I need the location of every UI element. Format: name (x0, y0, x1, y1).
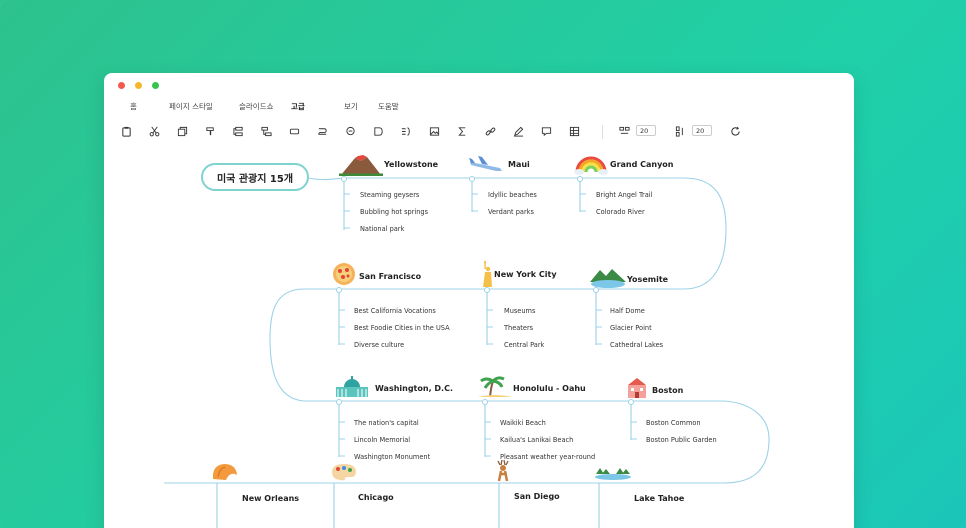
building-icon (628, 378, 646, 398)
add-subtopic-icon[interactable] (258, 123, 274, 139)
menu-bar: 홈 페이지 스타일 슬라이드쇼 고급 보기 도움말 (104, 97, 854, 119)
topic-yellowstone[interactable]: Yellowstone (384, 160, 438, 169)
subtopic[interactable]: Boston Public Garden (646, 436, 717, 444)
add-topic-icon[interactable] (230, 123, 246, 139)
maximize-window-button[interactable] (152, 82, 159, 89)
subtopic[interactable]: Bright Angel Trail (596, 191, 652, 199)
relationship-icon[interactable] (314, 123, 330, 139)
subtopic[interactable]: Waikiki Beach (500, 419, 546, 427)
topic-grand-canyon[interactable]: Grand Canyon (610, 160, 674, 169)
airplane-icon (469, 156, 502, 171)
topic-lake-tahoe[interactable]: Lake Tahoe (634, 494, 684, 503)
comment-icon[interactable] (538, 123, 554, 139)
statue-of-liberty-icon (483, 260, 492, 287)
close-window-button[interactable] (118, 82, 125, 89)
topic-yosemite[interactable]: Yosemite (627, 275, 668, 284)
topic-san-francisco[interactable]: San Francisco (359, 272, 421, 281)
subtopic[interactable]: Museums (504, 307, 535, 315)
vertical-spacing-icon (672, 123, 688, 139)
deer-icon (497, 459, 509, 482)
subtopic[interactable]: Best Foodie Cities in the USA (354, 324, 450, 332)
rainbow-icon (574, 156, 608, 175)
palm-tree-icon (478, 376, 512, 398)
image-icon[interactable] (426, 123, 442, 139)
menu-help[interactable]: 도움말 (378, 101, 399, 112)
subtopic[interactable]: The nation's capital (354, 419, 419, 427)
horizontal-spacing-icon (616, 123, 632, 139)
topic-honolulu-oahu[interactable]: Honolulu - Oahu (513, 384, 586, 393)
summary-icon[interactable] (398, 123, 414, 139)
subtopic[interactable]: Half Dome (610, 307, 645, 315)
subtopic[interactable]: Diverse culture (354, 341, 404, 349)
subtopic[interactable]: Glacier Point (610, 324, 652, 332)
subtopic[interactable]: Idyllic beaches (488, 191, 537, 199)
copy-icon[interactable] (174, 123, 190, 139)
topic-new-york-city[interactable]: New York City (494, 270, 557, 279)
menu-advanced[interactable]: 고급 (291, 101, 305, 112)
topic-washington-dc[interactable]: Washington, D.C. (375, 384, 453, 393)
horizontal-spacing-input[interactable]: 20 (636, 125, 656, 136)
volcano-icon (339, 155, 383, 176)
minimize-window-button[interactable] (135, 82, 142, 89)
paste-icon[interactable] (118, 123, 134, 139)
floating-topic-icon[interactable] (286, 123, 302, 139)
shell-icon (212, 464, 237, 480)
toolbar-divider (602, 125, 603, 139)
topic-san-diego[interactable]: San Diego (514, 492, 560, 501)
subtopic[interactable]: Best California Vocations (354, 307, 436, 315)
callout-icon[interactable] (342, 123, 358, 139)
subtopic[interactable]: Boston Common (646, 419, 701, 427)
palette-icon (332, 464, 356, 481)
menu-view[interactable]: 보기 (344, 101, 358, 112)
toolbar: 20 20 (104, 121, 854, 145)
topic-maui[interactable]: Maui (508, 160, 530, 169)
formula-icon[interactable] (454, 123, 470, 139)
refresh-icon[interactable] (727, 123, 743, 139)
lake-icon (595, 468, 631, 480)
subtopic[interactable]: Cathedral Lakes (610, 341, 663, 349)
table-icon[interactable] (566, 123, 582, 139)
format-painter-icon[interactable] (202, 123, 218, 139)
subtopic[interactable]: Theaters (504, 324, 533, 332)
subtopic[interactable]: Colorado River (596, 208, 645, 216)
menu-slideshow[interactable]: 슬라이드쇼 (239, 101, 274, 112)
title-bar (104, 73, 854, 97)
topic-new-orleans[interactable]: New Orleans (242, 494, 299, 503)
link-icon[interactable] (482, 123, 498, 139)
app-window: 홈 페이지 스타일 슬라이드쇼 고급 보기 도움말 20 20 미국 관광지 1… (104, 73, 854, 528)
subtopic[interactable]: Bubbling hot springs (360, 208, 428, 216)
menu-page-style[interactable]: 페이지 스타일 (169, 101, 213, 112)
pen-icon[interactable] (510, 123, 526, 139)
subtopic[interactable]: Kailua's Lanikai Beach (500, 436, 573, 444)
subtopic[interactable]: Verdant parks (488, 208, 534, 216)
pizza-icon (333, 263, 355, 285)
subtopic[interactable]: National park (360, 225, 404, 233)
vertical-spacing-input[interactable]: 20 (692, 125, 712, 136)
subtopic[interactable]: Pleasant weather year-round (500, 453, 595, 461)
subtopic[interactable]: Central Park (504, 341, 544, 349)
mountain-lake-icon (590, 269, 626, 288)
cut-icon[interactable] (146, 123, 162, 139)
root-topic[interactable]: 미국 관광지 15개 (201, 163, 309, 191)
topic-chicago[interactable]: Chicago (358, 493, 394, 502)
mind-map-canvas: 미국 관광지 15개 Yellowstone Steaming geysers … (104, 149, 854, 528)
subtopic[interactable]: Steaming geysers (360, 191, 419, 199)
menu-home[interactable]: 홈 (130, 101, 137, 112)
capitol-icon (336, 376, 368, 397)
background: 홈 페이지 스타일 슬라이드쇼 고급 보기 도움말 20 20 미국 관광지 1… (0, 0, 966, 528)
topic-boston[interactable]: Boston (652, 386, 683, 395)
boundary-icon[interactable] (370, 123, 386, 139)
subtopic[interactable]: Washington Monument (354, 453, 430, 461)
subtopic[interactable]: Lincoln Memorial (354, 436, 410, 444)
